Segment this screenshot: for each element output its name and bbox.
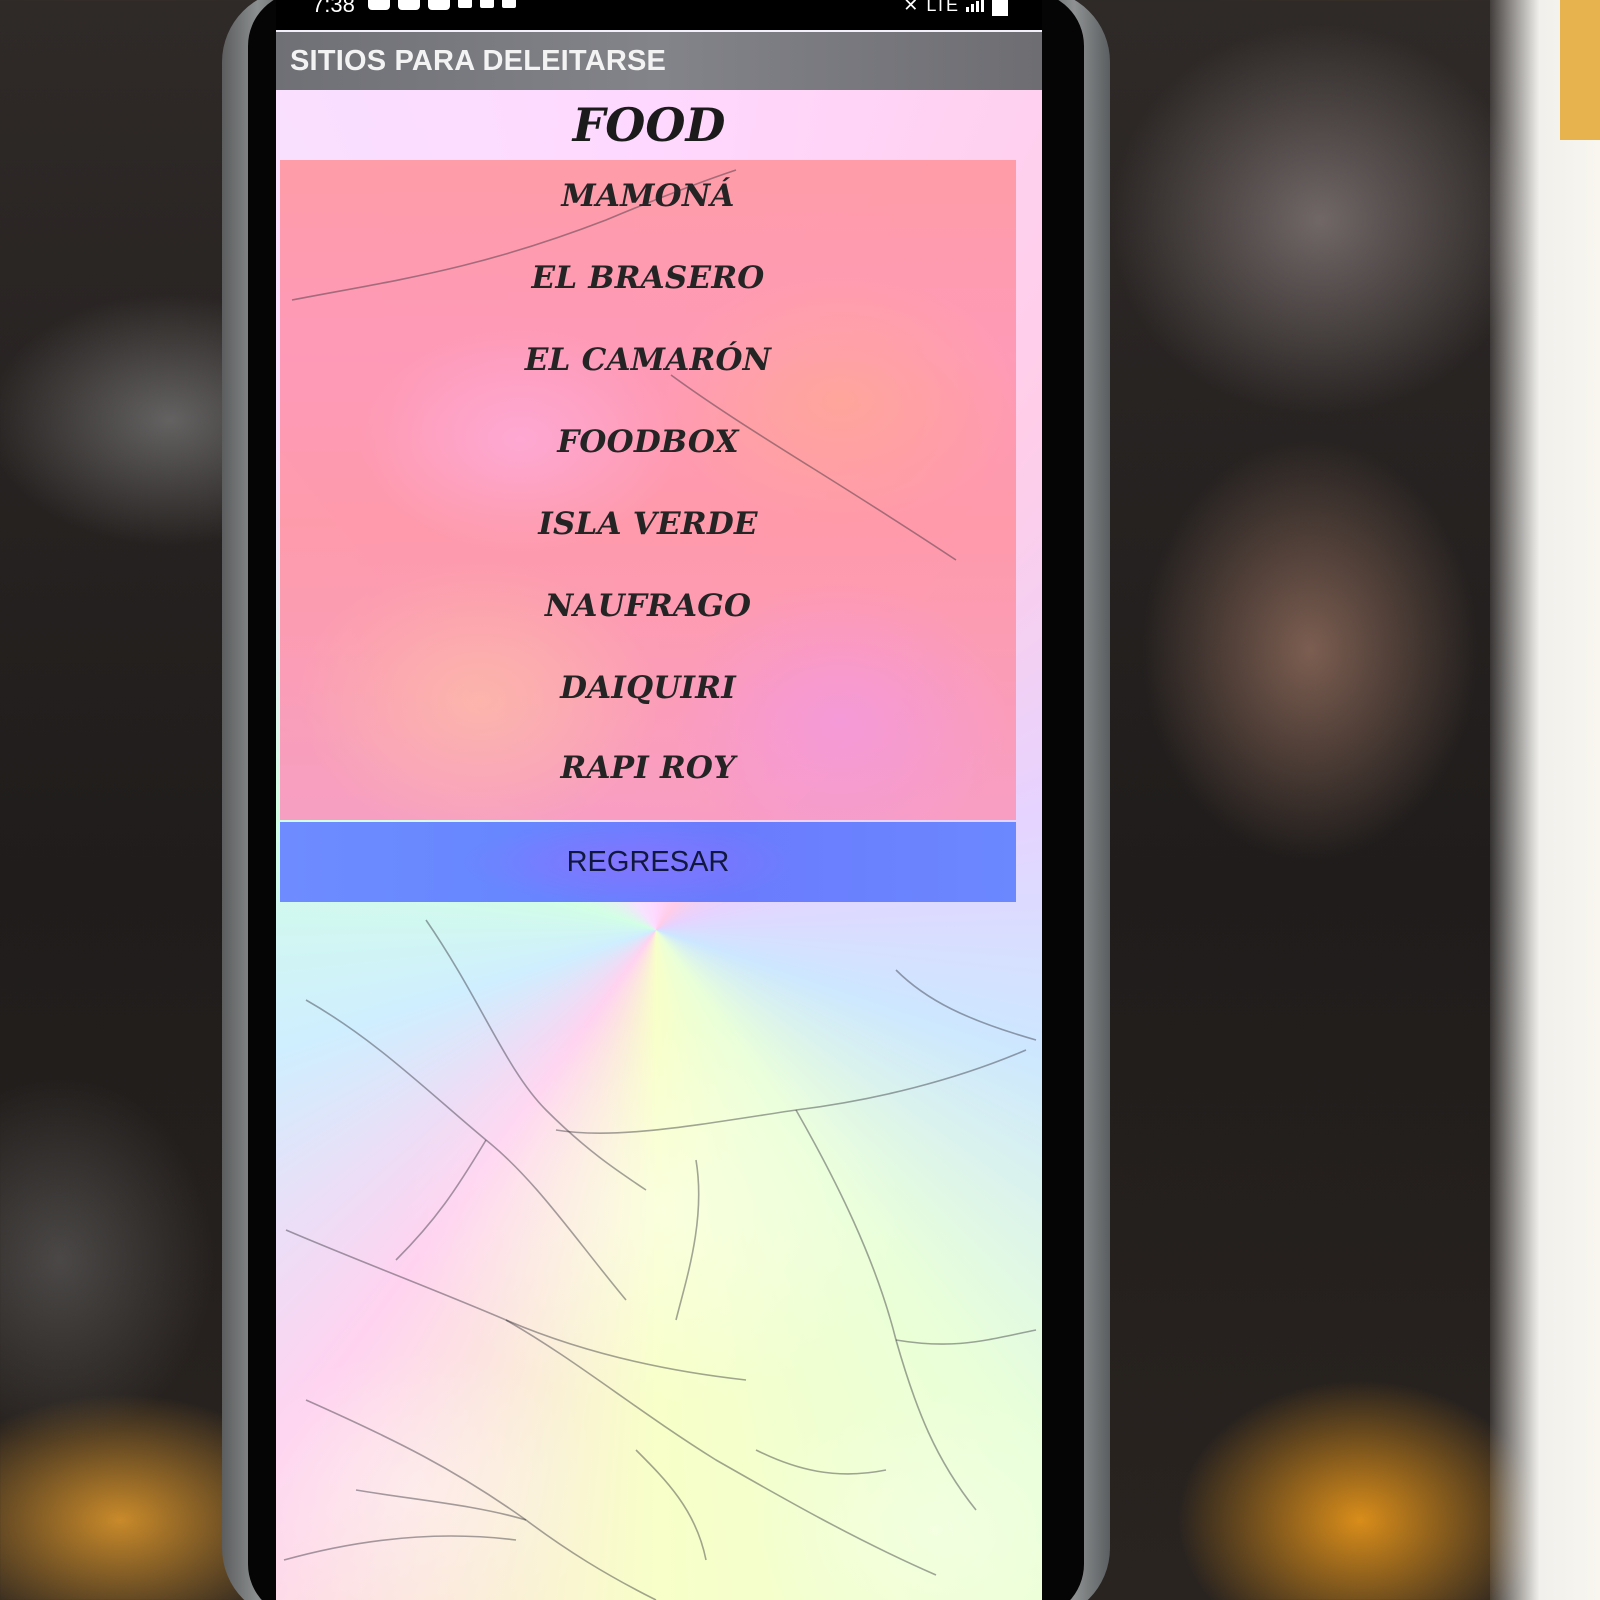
menu-item-mamona[interactable]: MAMONÁ (280, 178, 1016, 214)
status-time: 7:38 (312, 0, 355, 17)
menu-item-el-brasero[interactable]: EL BRASERO (280, 260, 1016, 296)
network-label: LTE (926, 0, 958, 15)
back-button[interactable]: REGRESAR (280, 822, 1016, 902)
background-paper-edge (1490, 0, 1600, 1600)
page-title: FOOD (572, 98, 726, 152)
back-button-label: REGRESAR (566, 846, 730, 878)
app-bar: SITIOS PARA DELEITARSE (276, 32, 1042, 90)
menu-item-naufrago[interactable]: NAUFRAGO (280, 588, 1016, 624)
menu-item-isla-verde[interactable]: ISLA VERDE (280, 506, 1016, 542)
mute-icon: ✕ (903, 0, 919, 15)
signal-icon (966, 0, 984, 12)
antenna-icon (458, 0, 472, 8)
restaurant-menu: MAMONÁ EL BRASERO EL CAMARÓN FOODBOX ISL… (280, 160, 1016, 820)
status-icons-right: ✕ LTE (903, 0, 1008, 16)
instagram-icon (368, 0, 390, 10)
youtube-icon (428, 0, 450, 10)
google-icon (502, 0, 516, 8)
youtube-icon (398, 0, 420, 10)
phone-screen: 7:38 ✕ LTE SITIOS PARA DELEITARSE FOOD M… (276, 0, 1042, 1600)
status-bar: 7:38 ✕ LTE (276, 0, 1042, 30)
battery-icon (992, 0, 1008, 16)
status-icons-left (368, 0, 516, 10)
menu-item-rapi-roy[interactable]: RAPI ROY (280, 750, 1016, 786)
menu-item-foodbox[interactable]: FOODBOX (280, 424, 1016, 460)
alert-icon (480, 0, 494, 8)
background-paper-corner (1560, 0, 1600, 140)
app-title: SITIOS PARA DELEITARSE (290, 45, 667, 77)
menu-item-el-camaron[interactable]: EL CAMARÓN (280, 342, 1016, 378)
menu-item-daiquiri[interactable]: DAIQUIRI (280, 670, 1016, 706)
